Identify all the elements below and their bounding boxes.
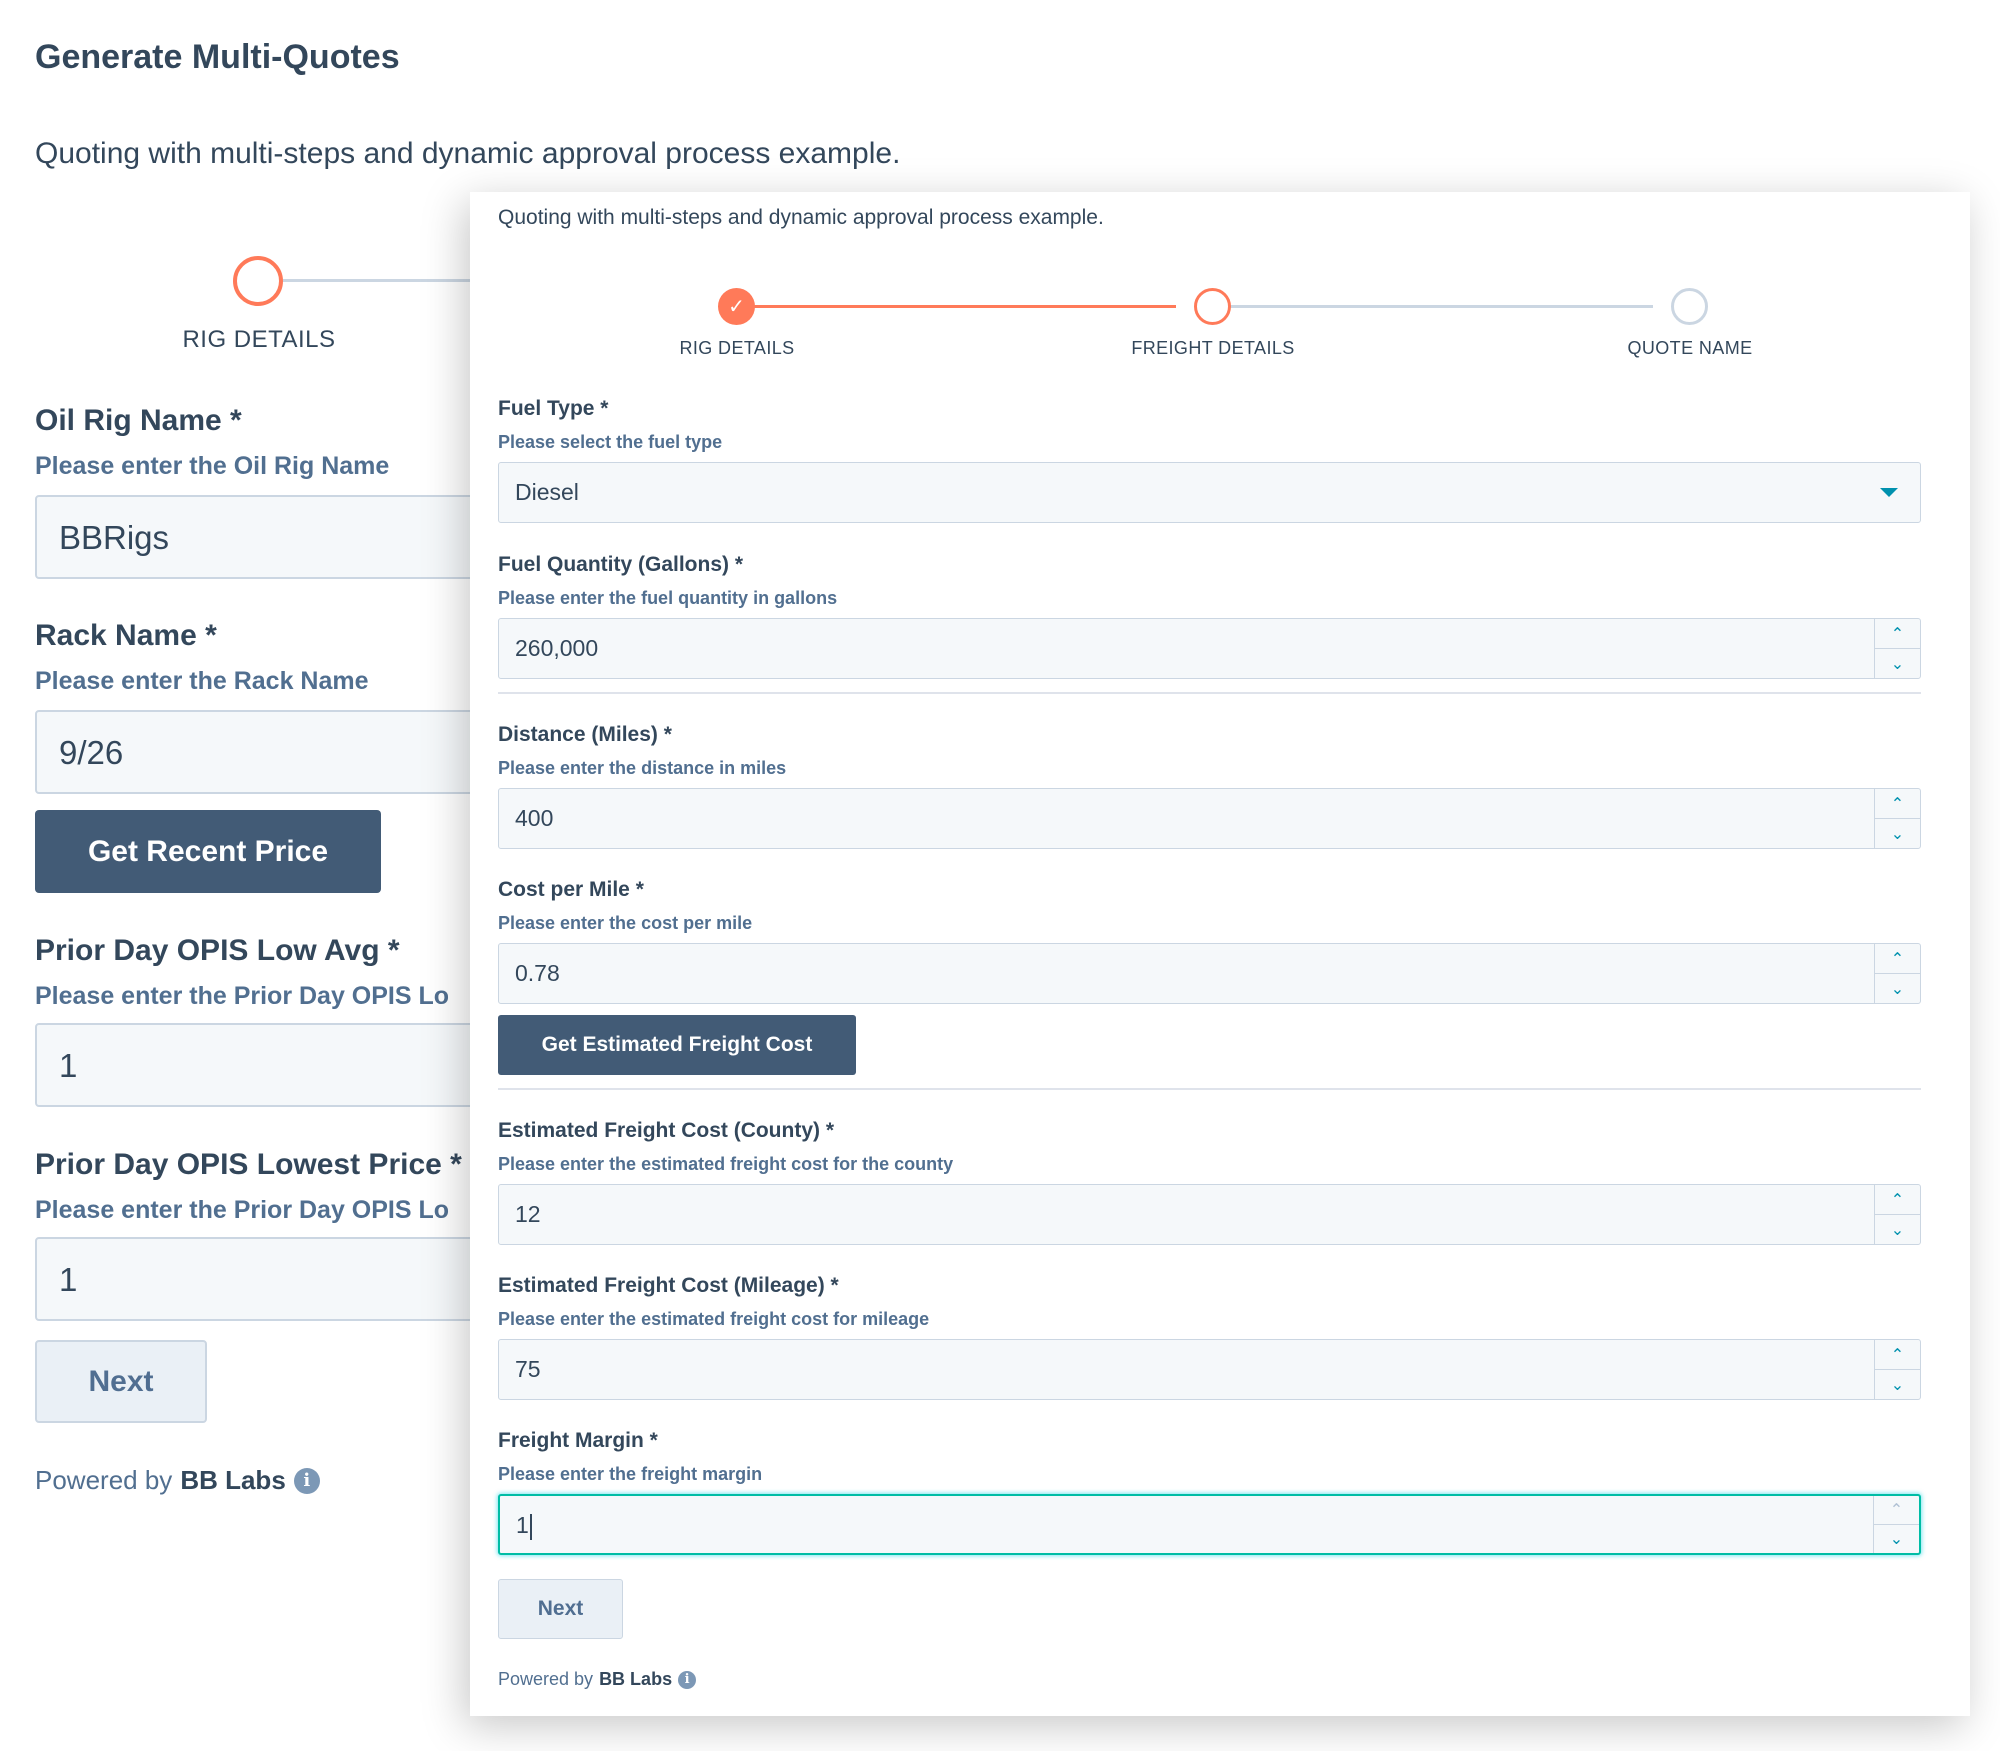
chevron-up-icon[interactable]: ⌃ — [1875, 944, 1920, 973]
next-button[interactable]: Next — [498, 1579, 623, 1639]
freight-margin-label: Freight Margin * — [498, 1429, 658, 1452]
freight-margin-value: 1 — [516, 1512, 532, 1540]
chevron-up-icon[interactable]: ⌃ — [1875, 1340, 1920, 1369]
step-connector-pending — [1213, 305, 1653, 308]
chevron-up-icon[interactable]: ⌃ — [1875, 619, 1920, 648]
opis-lowest-price-label: Prior Day OPIS Lowest Price * — [35, 1148, 462, 1181]
step-connector — [283, 279, 483, 282]
number-stepper: ⌃ ⌄ — [1874, 1340, 1920, 1399]
section-divider — [498, 692, 1921, 694]
number-stepper: ⌃ ⌄ — [1874, 619, 1920, 678]
chevron-up-icon[interactable]: ⌃ — [1874, 1496, 1919, 1524]
fuel-quantity-label: Fuel Quantity (Gallons) * — [498, 553, 744, 576]
opis-low-avg-input[interactable]: 1 — [35, 1023, 495, 1107]
oil-rig-name-value: BBRigs — [59, 519, 170, 556]
opis-low-avg-help: Please enter the Prior Day OPIS Lo — [35, 982, 450, 1010]
cost-per-mile-value: 0.78 — [515, 960, 560, 986]
fuel-type-select[interactable]: Diesel — [498, 462, 1921, 523]
info-icon[interactable]: i — [293, 1467, 320, 1494]
freight-cost-mileage-value: 75 — [515, 1356, 541, 1382]
fuel-quantity-value: 260,000 — [515, 635, 599, 661]
page-subtitle: Quoting with multi-steps and dynamic app… — [35, 137, 901, 170]
fuel-quantity-help: Please enter the fuel quantity in gallon… — [498, 588, 838, 608]
rack-name-help: Please enter the Rack Name — [35, 667, 369, 695]
cost-per-mile-input[interactable]: 0.78 ⌃ ⌄ — [498, 943, 1921, 1004]
powered-by-prefix: Powered by — [498, 1669, 594, 1689]
step-label-quote-name: QUOTE NAME — [1627, 338, 1753, 358]
oil-rig-name-help: Please enter the Oil Rig Name — [35, 452, 390, 480]
rack-name-value: 9/26 — [59, 734, 124, 771]
dropdown-arrow-icon — [1880, 488, 1898, 497]
step-label-rig-details: RIG DETAILS — [182, 326, 336, 353]
step-label-freight-details: FREIGHT DETAILS — [1131, 338, 1295, 358]
rack-name-input[interactable]: 9/26 — [35, 710, 495, 794]
powered-by-brand[interactable]: BB Labs — [180, 1465, 285, 1496]
step-indicator-rig-details — [233, 256, 283, 306]
fuel-type-help: Please select the fuel type — [498, 432, 723, 452]
number-stepper: ⌃ ⌄ — [1873, 1496, 1919, 1553]
next-button[interactable]: Next — [35, 1340, 207, 1423]
opis-lowest-price-input[interactable]: 1 — [35, 1237, 495, 1321]
oil-rig-name-label: Oil Rig Name * — [35, 404, 242, 437]
chevron-up-icon[interactable]: ⌃ — [1875, 789, 1920, 818]
chevron-down-icon[interactable]: ⌄ — [1875, 818, 1920, 848]
freight-cost-mileage-input[interactable]: 75 ⌃ ⌄ — [498, 1339, 1921, 1400]
section-divider — [498, 1088, 1921, 1090]
chevron-down-icon[interactable]: ⌄ — [1874, 1524, 1919, 1553]
freight-cost-mileage-help: Please enter the estimated freight cost … — [498, 1309, 930, 1329]
powered-by: Powered by BB Labs i — [35, 1465, 320, 1496]
chevron-down-icon[interactable]: ⌄ — [1875, 648, 1920, 678]
info-icon[interactable]: i — [678, 1670, 697, 1689]
fuel-quantity-input[interactable]: 260,000 ⌃ ⌄ — [498, 618, 1921, 679]
freight-cost-mileage-label: Estimated Freight Cost (Mileage) * — [498, 1274, 839, 1297]
powered-by-brand[interactable]: BB Labs — [599, 1669, 672, 1690]
rack-name-label: Rack Name * — [35, 619, 217, 652]
page-title: Generate Multi-Quotes — [35, 38, 400, 76]
cost-per-mile-help: Please enter the cost per mile — [498, 913, 753, 933]
number-stepper: ⌃ ⌄ — [1874, 944, 1920, 1003]
freight-details-panel: Quoting with multi-steps and dynamic app… — [470, 192, 1970, 1716]
distance-input[interactable]: 400 ⌃ ⌄ — [498, 788, 1921, 849]
opis-low-avg-value: 1 — [59, 1047, 78, 1084]
chevron-down-icon[interactable]: ⌄ — [1875, 1214, 1920, 1244]
freight-cost-county-help: Please enter the estimated freight cost … — [498, 1154, 954, 1174]
step-complete-check-icon: ✓ — [718, 288, 755, 325]
freight-cost-county-label: Estimated Freight Cost (County) * — [498, 1119, 835, 1142]
opis-low-avg-label: Prior Day OPIS Low Avg * — [35, 934, 400, 967]
get-estimated-freight-cost-button[interactable]: Get Estimated Freight Cost — [498, 1015, 856, 1075]
step-indicator-freight-details — [1194, 288, 1231, 325]
step-connector-complete — [736, 305, 1176, 308]
distance-value: 400 — [515, 805, 554, 831]
freight-cost-county-value: 12 — [515, 1201, 541, 1227]
distance-help: Please enter the distance in miles — [498, 758, 787, 778]
freight-margin-help: Please enter the freight margin — [498, 1464, 763, 1484]
text-cursor — [529, 1513, 532, 1540]
number-stepper: ⌃ ⌄ — [1874, 1185, 1920, 1244]
chevron-down-icon[interactable]: ⌄ — [1875, 973, 1920, 1003]
chevron-up-icon[interactable]: ⌃ — [1875, 1185, 1920, 1214]
powered-by: Powered by BB Labs i — [498, 1669, 697, 1690]
fuel-type-label: Fuel Type * — [498, 397, 609, 420]
freight-margin-input[interactable]: 1 ⌃ ⌄ — [498, 1494, 1921, 1555]
cost-per-mile-label: Cost per Mile * — [498, 878, 644, 901]
get-recent-price-button[interactable]: Get Recent Price — [35, 810, 381, 893]
fuel-type-value: Diesel — [515, 479, 579, 505]
opis-lowest-price-help: Please enter the Prior Day OPIS Lo — [35, 1196, 450, 1224]
step-label-rig-details: RIG DETAILS — [679, 338, 795, 358]
freight-cost-county-input[interactable]: 12 ⌃ ⌄ — [498, 1184, 1921, 1245]
freight-margin-text: 1 — [516, 1512, 529, 1538]
oil-rig-name-input[interactable]: BBRigs — [35, 495, 495, 579]
powered-by-prefix: Powered by — [35, 1465, 173, 1495]
number-stepper: ⌃ ⌄ — [1874, 789, 1920, 848]
distance-label: Distance (Miles) * — [498, 723, 672, 746]
chevron-down-icon[interactable]: ⌄ — [1875, 1369, 1920, 1399]
step-indicator-quote-name — [1671, 288, 1708, 325]
opis-lowest-price-value: 1 — [59, 1261, 78, 1298]
panel-subtitle: Quoting with multi-steps and dynamic app… — [498, 206, 1104, 229]
